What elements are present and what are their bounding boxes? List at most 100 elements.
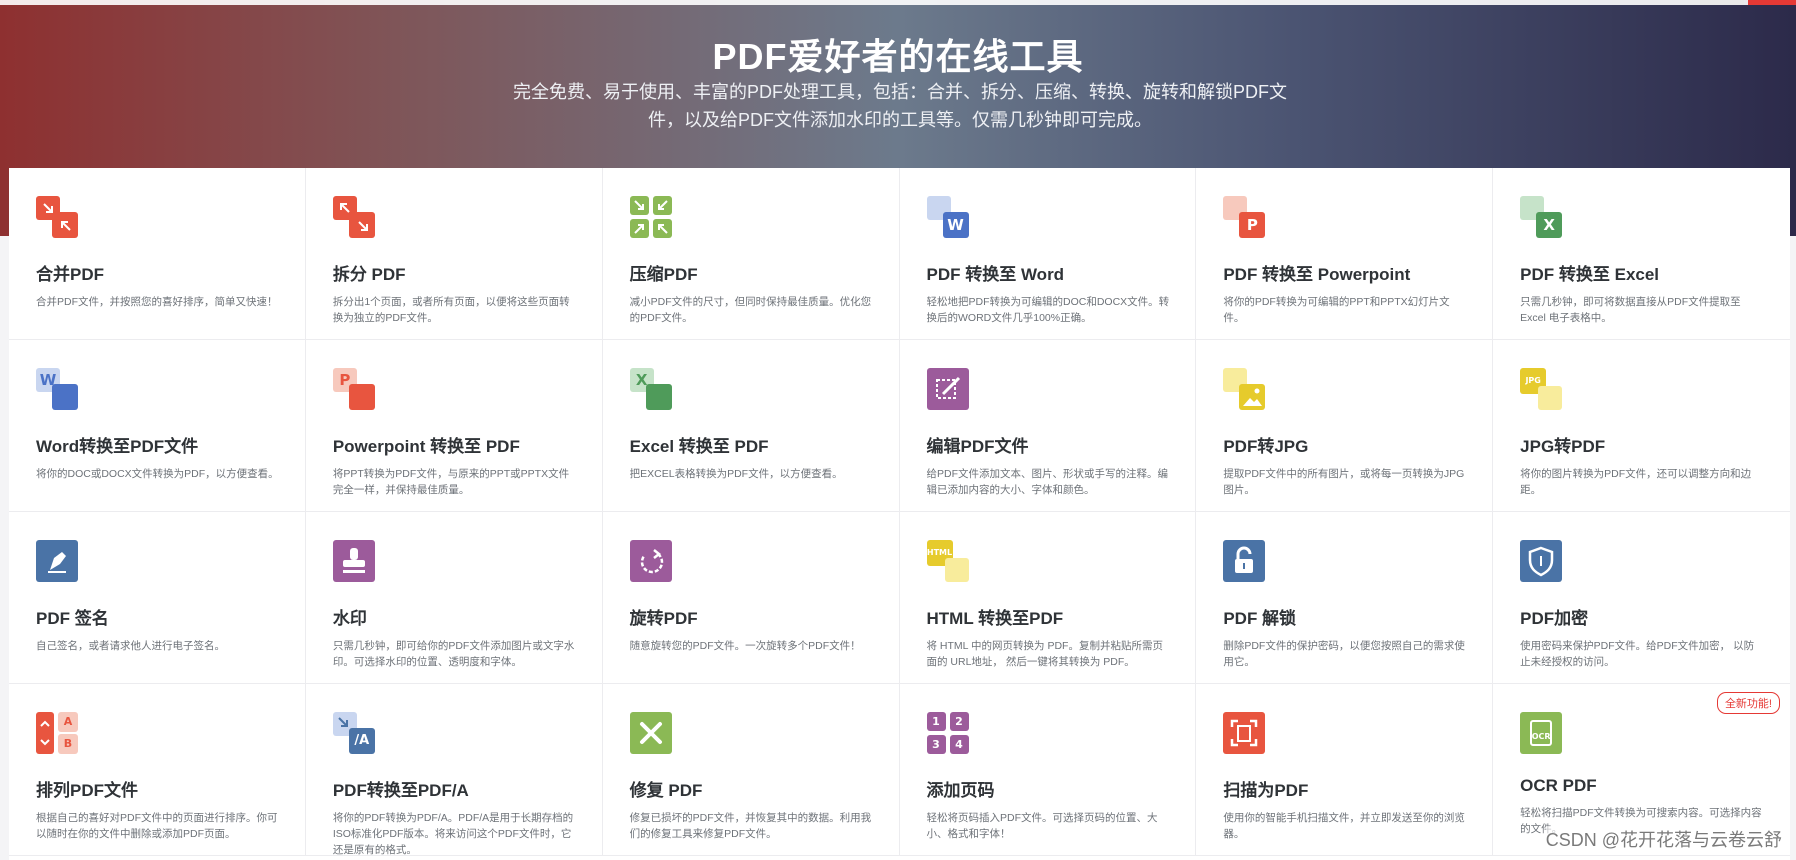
tool-card-excel2pdf[interactable]: X Excel 转换至 PDF 把EXCEL表格转换为PDF文件，以方便查看。 bbox=[602, 340, 900, 512]
tool-card-watermark[interactable]: 水印 只需几秒钟，即可给你的PDF文件添加图片或文字水印。可选择水印的位置、透明… bbox=[305, 512, 603, 684]
tool-name: PDF转换至PDF/A bbox=[332, 781, 469, 800]
protect-pdf-icon bbox=[1520, 540, 1563, 582]
merge-pdf-icon bbox=[36, 196, 78, 238]
powerpoint-to-pdf-icon: P bbox=[332, 368, 375, 410]
tool-card-ppt2pdf[interactable]: P Powerpoint 转换至 PDF 将PPT转换为PDF文件，与原来的PP… bbox=[305, 340, 603, 512]
top-bar bbox=[0, 0, 1796, 5]
icon-glyph: 2 bbox=[955, 715, 963, 728]
tool-card-protect[interactable]: PDF加密 使用密码来保护PDF文件。给PDF文件加密， 以防止未经授权的访问。 bbox=[1493, 512, 1790, 684]
tool-card-pdf2word[interactable]: W PDF 转换至 Word 轻松地把PDF转换为可编辑的DOC和DOCX文件。… bbox=[899, 168, 1197, 340]
icon-glyph: 3 bbox=[932, 738, 940, 751]
unlock-pdf-icon bbox=[1223, 540, 1266, 582]
tool-description: 自己签名，或者请求他人进行电子签名。 bbox=[36, 640, 225, 652]
tool-card-unlock[interactable]: PDF 解锁 删除PDF文件的保护密码，以便您按照自己的需求使用它。 bbox=[1196, 512, 1494, 684]
tool-description: 修复已损坏的PDF文件，并恢复其中的数据。利用我们的修复工具来修复PDF文件。 bbox=[629, 812, 872, 840]
tool-name: 修复 PDF bbox=[629, 781, 703, 800]
icon-glyph: 1 bbox=[932, 715, 940, 728]
tool-description: 删除PDF文件的保护密码，以便您按照自己的需求使用它。 bbox=[1223, 640, 1465, 668]
tool-card-jpg2pdf[interactable]: JPG JPG转PDF 将你的图片转换为PDF文件，还可以调整方向和边距。 bbox=[1493, 340, 1790, 512]
tool-card-pagenum[interactable]: 1 2 3 4 添加页码 轻松将页码插入PDF文件。可选择页码的位置、大小、格式和字体… bbox=[899, 684, 1197, 856]
pdf-to-jpg-icon bbox=[1223, 368, 1266, 410]
tool-description: 根据自己的喜好对PDF文件中的页面进行排序。你可以随时在你的文件中删除或添加PD… bbox=[36, 812, 278, 840]
tool-description: 将你的PDF转换为可编辑的PPT和PPTX幻灯片文件。 bbox=[1223, 296, 1450, 324]
tool-description: 将你的图片转换为PDF文件，还可以调整方向和边距。 bbox=[1520, 468, 1752, 496]
tool-description: 减小PDF文件的尺寸，但同时保持最佳质量。优化您的PDF文件。 bbox=[629, 296, 872, 324]
icon-glyph: B bbox=[63, 737, 73, 750]
tool-card-pdf2jpg[interactable]: PDF转JPG 提取PDF文件中的所有图片，或将每一页转换为JPG图片。 bbox=[1196, 340, 1494, 512]
tool-description: 将你的DOC或DOCX文件转换为PDF，以方便查看。 bbox=[36, 468, 279, 480]
scan-to-pdf-icon bbox=[1223, 712, 1266, 754]
tool-name: PDF 解锁 bbox=[1223, 609, 1297, 628]
tool-card-pdfa[interactable]: /A PDF转换至PDF/A 将你的PDF转换为PDF/A。PDF/A是用于长期… bbox=[305, 684, 603, 856]
organize-pdf-icon: AB bbox=[36, 712, 78, 754]
icon-glyph: 4 bbox=[955, 738, 963, 751]
tool-name: 合并PDF bbox=[36, 265, 104, 284]
tool-card-repair[interactable]: 修复 PDF 修复已损坏的PDF文件，并恢复其中的数据。利用我们的修复工具来修复… bbox=[602, 684, 900, 856]
top-login-button[interactable] bbox=[1700, 0, 1744, 5]
sign-pdf-icon bbox=[36, 540, 78, 582]
tool-card-word2pdf[interactable]: W Word转换至PDF文件 将你的DOC或DOCX文件转换为PDF，以方便查看… bbox=[9, 340, 306, 512]
tool-name: 编辑PDF文件 bbox=[926, 437, 1029, 456]
word-to-pdf-icon: W bbox=[36, 368, 78, 410]
tool-name: 排列PDF文件 bbox=[36, 781, 138, 800]
icon-glyph: A bbox=[63, 715, 73, 728]
tool-name: PDF 转换至 Excel bbox=[1520, 265, 1660, 284]
top-signup-button[interactable] bbox=[1748, 0, 1796, 5]
tool-description: 轻松将页码插入PDF文件。可选择页码的位置、大小、格式和字体！ bbox=[926, 812, 1158, 840]
pdf-to-word-icon: W bbox=[926, 196, 969, 238]
icon-glyph: OCR bbox=[1531, 732, 1551, 741]
tool-description: 使用你的智能手机扫描文件，并立即发送至你的浏览器。 bbox=[1223, 812, 1465, 840]
tool-description: 把EXCEL表格转换为PDF文件，以方便查看。 bbox=[629, 468, 843, 480]
tool-description: 提取PDF文件中的所有图片，或将每一页转换为JPG图片。 bbox=[1223, 468, 1465, 496]
tool-name: JPG转PDF bbox=[1520, 437, 1606, 456]
tool-name: 压缩PDF bbox=[629, 265, 698, 284]
tool-name: PDF加密 bbox=[1520, 609, 1589, 628]
tool-card-pdf2excel[interactable]: X PDF 转换至 Excel 只需几秒钟，即可将数据直接从PDF文件提取至Ex… bbox=[1493, 168, 1790, 340]
watermark: CSDN @花开花落与云卷云舒 bbox=[1545, 826, 1782, 852]
compress-pdf-icon bbox=[629, 196, 672, 238]
watermark-icon bbox=[332, 540, 375, 582]
tool-description: 拆分出1个页面，或者所有页面，以便将这些页面转换为独立的PDF文件。 bbox=[332, 296, 570, 324]
tool-description: 将PPT转换为PDF文件，与原来的PPT或PPTX文件完全一样，并保持最佳质量。 bbox=[332, 468, 570, 496]
tool-description: 随意旋转您的PDF文件。一次旋转多个PDF文件！ bbox=[629, 640, 861, 652]
tool-card-organize[interactable]: AB 排列PDF文件 根据自己的喜好对PDF文件中的页面进行排序。你可以随时在你… bbox=[9, 684, 306, 856]
tool-card-sign[interactable]: PDF 签名 自己签名，或者请求他人进行电子签名。 bbox=[9, 512, 306, 684]
tool-name: 添加页码 bbox=[926, 781, 995, 800]
ocr-pdf-icon: OCR bbox=[1520, 712, 1563, 754]
tool-card-split[interactable]: 拆分 PDF 拆分出1个页面，或者所有页面，以便将这些页面转换为独立的PDF文件… bbox=[305, 168, 603, 340]
tool-card-scan[interactable]: 扫描为PDF 使用你的智能手机扫描文件，并立即发送至你的浏览器。 bbox=[1196, 684, 1494, 856]
tool-card-rotate[interactable]: 旋转PDF 随意旋转您的PDF文件。一次旋转多个PDF文件！ bbox=[602, 512, 900, 684]
tool-name: PDF 转换至 Powerpoint bbox=[1223, 265, 1411, 284]
tool-description: 给PDF文件添加文本、图片、形状或手写的注释。编辑已添加内容的大小、字体和颜色。 bbox=[926, 468, 1169, 496]
hero-title: PDF爱好者的在线工具 bbox=[712, 36, 1084, 77]
tool-name: Word转换至PDF文件 bbox=[36, 437, 199, 456]
tool-description: 轻松地把PDF转换为可编辑的DOC和DOCX文件。转换后的WORD文件几乎100… bbox=[926, 296, 1170, 324]
tool-card-pdf2ppt[interactable]: P PDF 转换至 Powerpoint 将你的PDF转换为可编辑的PPT和PP… bbox=[1196, 168, 1494, 340]
tool-description: 只需几秒钟，即可将数据直接从PDF文件提取至Excel 电子表格中。 bbox=[1520, 296, 1741, 324]
tool-card-merge[interactable]: 合并PDF 合并PDF文件，并按照您的喜好排序，简单又快速！ bbox=[9, 168, 306, 340]
tool-name: PDF 签名 bbox=[36, 609, 109, 628]
rotate-pdf-icon bbox=[629, 540, 672, 582]
icon-glyph: W bbox=[947, 216, 964, 234]
tool-name: OCR PDF bbox=[1520, 776, 1597, 795]
pdf-to-powerpoint-icon: P bbox=[1223, 196, 1266, 238]
tool-description: 将 HTML 中的网页转换为 PDF。复制并粘贴所需页面的 URL地址， 然后一… bbox=[926, 640, 1163, 668]
tool-name: PDF 转换至 Word bbox=[926, 265, 1065, 284]
html-to-pdf-icon: HTML bbox=[926, 540, 969, 582]
repair-pdf-icon bbox=[629, 712, 672, 754]
split-pdf-icon bbox=[332, 196, 375, 238]
tool-card-compress[interactable]: 压缩PDF 减小PDF文件的尺寸，但同时保持最佳质量。优化您的PDF文件。 bbox=[602, 168, 900, 340]
pdf-to-excel-icon: X bbox=[1520, 196, 1563, 238]
tool-name: 旋转PDF bbox=[629, 609, 698, 628]
tool-description: 将你的PDF转换为PDF/A。PDF/A是用于长期存档的ISO标准化PDF版本。… bbox=[332, 812, 574, 856]
page-numbers-icon: 1 2 3 4 bbox=[926, 712, 969, 754]
tool-card-edit[interactable]: 编辑PDF文件 给PDF文件添加文本、图片、形状或手写的注释。编辑已添加内容的大… bbox=[899, 340, 1197, 512]
edit-pdf-icon bbox=[926, 368, 969, 410]
tool-description: 使用密码来保护PDF文件。给PDF文件加密， 以防止未经授权的访问。 bbox=[1520, 640, 1755, 668]
pdf-to-pdfa-icon: /A bbox=[332, 712, 375, 754]
tool-name: 拆分 PDF bbox=[332, 265, 406, 284]
tool-name: Powerpoint 转换至 PDF bbox=[332, 437, 520, 456]
tool-name: 扫描为PDF bbox=[1223, 781, 1309, 800]
tool-card-html2pdf[interactable]: HTML HTML 转换至PDF 将 HTML 中的网页转换为 PDF。复制并粘… bbox=[899, 512, 1197, 684]
tool-name: Excel 转换至 PDF bbox=[629, 437, 769, 456]
